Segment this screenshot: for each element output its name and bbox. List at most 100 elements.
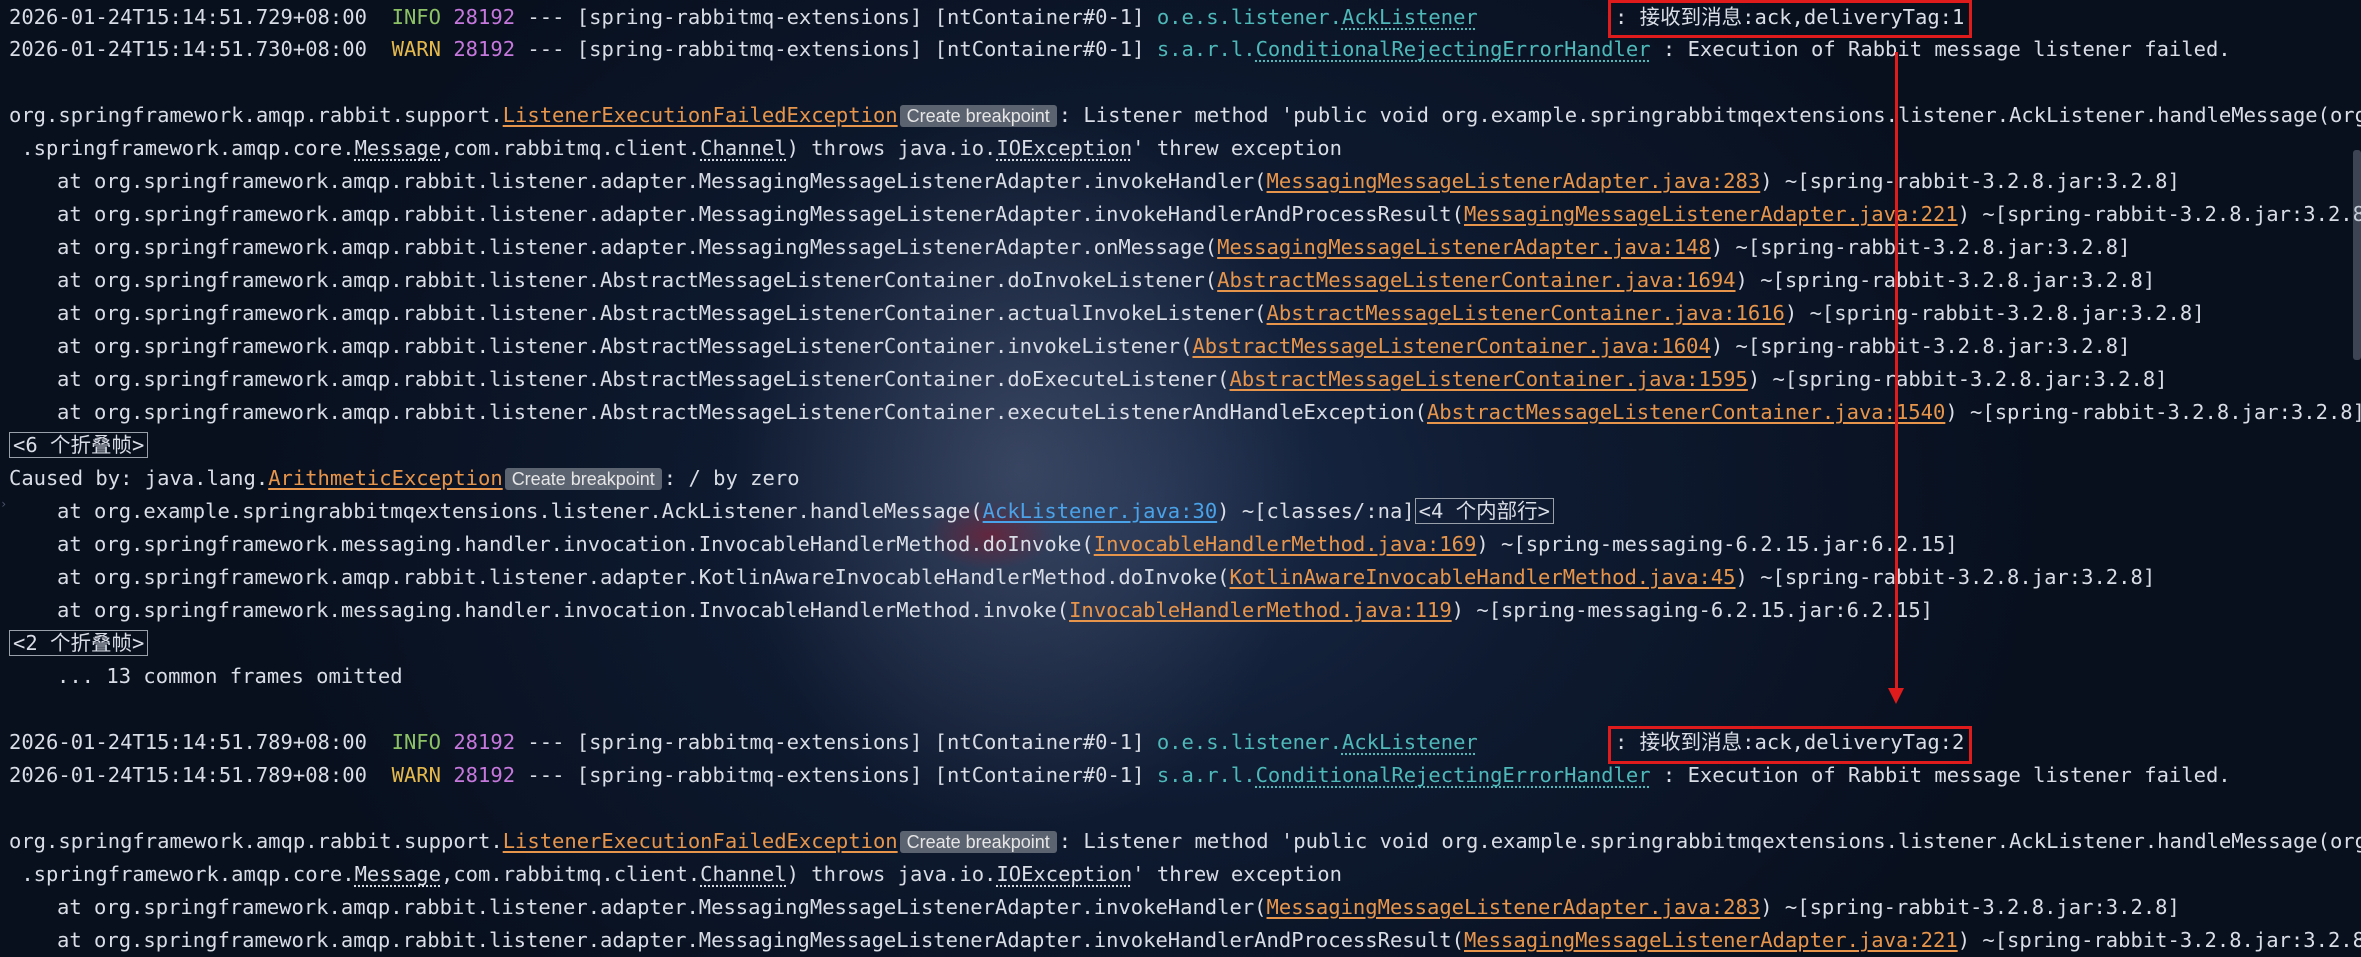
logger-class-link[interactable]: AckListener [1342,730,1478,754]
thread-info: --- [spring-rabbitmq-extensions] [ntCont… [515,37,1157,61]
exception-text: ,com.rabbitmq.client. [440,862,701,886]
create-breakpoint-button[interactable]: Create breakpoint [899,105,1057,127]
internal-lines-toggle[interactable]: <4 个内部行> [1414,498,1555,524]
stack-frame: at org.springframework.amqp.rabbit.liste… [9,264,2155,297]
frame-method: at org.springframework.amqp.rabbit.liste… [57,400,1427,424]
class-link[interactable]: IOException [996,136,1132,160]
logger-class-link[interactable]: AckListener [1342,5,1478,29]
logger-class-link[interactable]: ConditionalRejectingErrorHandler [1256,37,1651,61]
stack-frame: at org.example.springrabbitmqextensions.… [9,495,1555,528]
frame-jar: ) ~[spring-rabbit-3.2.8.jar:3.2.8] [1945,400,2361,424]
vertical-scrollbar[interactable] [2353,150,2361,360]
exception-message: : Listener method 'public void org.examp… [1058,103,2361,127]
logger-prefix: s.a.r.l. [1156,763,1256,787]
stack-frame: at org.springframework.messaging.handler… [9,594,1933,627]
annotation-arrow [1895,52,1898,692]
exception-text: ) throws java.io. [786,862,997,886]
frame-jar: ) ~[spring-rabbit-3.2.8.jar:3.2.8] [1760,895,2180,919]
log-message: : Execution of Rabbit message listener f… [1650,37,2231,61]
exception-text: .springframework.amqp.core. [9,136,355,160]
stack-frame: at org.springframework.amqp.rabbit.liste… [9,363,2168,396]
source-link[interactable]: AbstractMessageListenerContainer.java:16… [1267,301,1785,325]
source-link[interactable]: AbstractMessageListenerContainer.java:15… [1230,367,1748,391]
frame-jar: ) ~[spring-rabbit-3.2.8.jar:3.2.8] [1735,565,2156,589]
source-link[interactable]: KotlinAwareInvocableHandlerMethod.java:4… [1230,565,1736,589]
exception-class-link[interactable]: ArithmeticException [268,466,503,490]
logger-prefix: o.e.s.listener. [1156,5,1342,29]
source-link[interactable]: MessagingMessageListenerAdapter.java:283 [1267,169,1761,193]
class-link[interactable]: Message [355,136,441,160]
create-breakpoint-button[interactable]: Create breakpoint [504,468,662,490]
exception-class-link[interactable]: ListenerExecutionFailedException [503,829,898,853]
log-level: INFO [391,5,441,29]
class-link[interactable]: Message [355,862,441,886]
class-link[interactable]: Channel [700,862,786,886]
source-link[interactable]: MessagingMessageListenerAdapter.java:148 [1217,235,1711,259]
class-link[interactable]: IOException [996,862,1132,886]
pid: 28192 [453,763,516,787]
frame-method: at org.springframework.amqp.rabbit.liste… [57,235,1218,259]
stack-frame: at org.springframework.amqp.rabbit.liste… [9,231,2130,264]
thread-info: --- [spring-rabbitmq-extensions] [ntCont… [515,730,1157,754]
fold-label[interactable]: <2 个折叠帧> [9,630,149,656]
timestamp: 2026-01-24T15:14:51.730+08:00 [9,37,367,61]
logger-prefix: o.e.s.listener. [1156,730,1342,754]
stack-frame: at org.springframework.messaging.handler… [9,528,1958,561]
stack-frame: at org.springframework.amqp.rabbit.liste… [9,561,2155,594]
exception-text: .springframework.amqp.core. [9,862,355,886]
frame-method: at org.springframework.messaging.handler… [57,532,1094,556]
exception-line: org.springframework.amqp.rabbit.support.… [9,825,2361,858]
log-level: WARN [391,763,441,787]
gutter-arrow-icon: › [0,497,8,511]
exception-package: org.springframework.amqp.rabbit.support. [9,829,503,853]
source-link[interactable]: AbstractMessageListenerContainer.java:16… [1217,268,1735,292]
timestamp: 2026-01-24T15:14:51.789+08:00 [9,763,367,787]
source-link[interactable]: AckListener.java:30 [983,499,1218,523]
frame-jar: ) ~[spring-messaging-6.2.15.jar:6.2.15] [1451,598,1934,622]
stack-frame: at org.springframework.amqp.rabbit.liste… [9,198,2361,231]
source-link[interactable]: AbstractMessageListenerContainer.java:15… [1427,400,1945,424]
caused-text: Caused by: java.lang. [9,466,269,490]
frame-jar: ) ~[spring-rabbit-3.2.8.jar:3.2.8] [1957,928,2361,952]
frame-method: at org.springframework.amqp.rabbit.liste… [57,928,1464,952]
frame-jar: ) ~[spring-rabbit-3.2.8.jar:3.2.8] [1735,268,2156,292]
exception-message: : Listener method 'public void org.examp… [1058,829,2361,853]
stack-frame: at org.springframework.amqp.rabbit.liste… [9,165,2180,198]
stack-frame: at org.springframework.amqp.rabbit.liste… [9,330,2130,363]
folded-frames-toggle[interactable]: <6 个折叠帧> [9,429,149,462]
frame-jar: ) ~[spring-rabbit-3.2.8.jar:3.2.8] [1747,367,2168,391]
source-link[interactable]: MessagingMessageListenerAdapter.java:221 [1464,202,1958,226]
stack-frame: at org.springframework.amqp.rabbit.liste… [9,891,2180,924]
source-link[interactable]: MessagingMessageListenerAdapter.java:283 [1267,895,1761,919]
class-link[interactable]: Channel [700,136,786,160]
exception-text: ) throws java.io. [786,136,997,160]
exception-line-cont: .springframework.amqp.core.Message,com.r… [9,858,1342,891]
timestamp: 2026-01-24T15:14:51.729+08:00 [9,5,367,29]
fold-label[interactable]: <6 个折叠帧> [9,432,149,458]
pid: 28192 [453,5,516,29]
folded-frames-toggle[interactable]: <2 个折叠帧> [9,627,149,660]
exception-line: org.springframework.amqp.rabbit.support.… [9,99,2361,132]
frame-method: at org.springframework.amqp.rabbit.liste… [57,565,1230,589]
source-link[interactable]: InvocableHandlerMethod.java:119 [1069,598,1452,622]
log-message: : Execution of Rabbit message listener f… [1650,763,2231,787]
frame-method: at org.springframework.amqp.rabbit.liste… [57,895,1267,919]
highlight-box-2 [1608,726,1972,764]
source-link[interactable]: AbstractMessageListenerContainer.java:16… [1192,334,1710,358]
thread-info: --- [spring-rabbitmq-extensions] [ntCont… [515,5,1157,29]
exception-package: org.springframework.amqp.rabbit.support. [9,103,503,127]
highlight-box-1 [1608,0,1972,38]
frame-method: at org.springframework.amqp.rabbit.liste… [57,169,1267,193]
source-link[interactable]: InvocableHandlerMethod.java:169 [1094,532,1477,556]
frame-jar: ) ~[spring-rabbit-3.2.8.jar:3.2.8] [1710,334,2131,358]
logger-class-link[interactable]: ConditionalRejectingErrorHandler [1256,763,1651,787]
source-link[interactable]: MessagingMessageListenerAdapter.java:221 [1464,928,1958,952]
timestamp: 2026-01-24T15:14:51.789+08:00 [9,730,367,754]
caused-by-line: Caused by: java.lang.ArithmeticException… [9,462,800,495]
console-output[interactable]: 2026-01-24T15:14:51.729+08:00 INFO 28192… [0,0,2361,952]
exception-text: ' threw exception [1132,862,1342,886]
exception-class-link[interactable]: ListenerExecutionFailedException [503,103,898,127]
create-breakpoint-button[interactable]: Create breakpoint [899,831,1057,853]
frame-jar: ) ~[spring-rabbit-3.2.8.jar:3.2.8] [1957,202,2361,226]
frame-jar: ) ~[classes/:na] [1217,499,1415,523]
